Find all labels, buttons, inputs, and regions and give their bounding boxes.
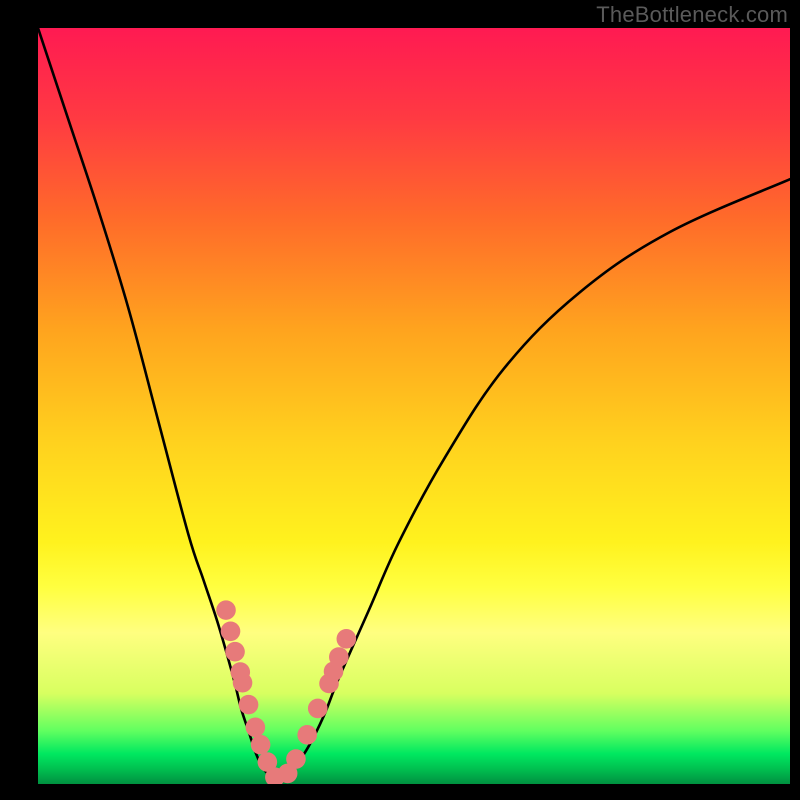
data-marker (216, 600, 236, 620)
data-marker (308, 699, 328, 719)
chart-svg (38, 28, 790, 784)
plot-area (38, 28, 790, 784)
watermark-label: TheBottleneck.com (596, 2, 788, 28)
data-marker (278, 764, 298, 784)
data-marker (337, 629, 357, 649)
data-marker (230, 662, 250, 682)
data-marker (225, 642, 245, 662)
data-marker (265, 767, 285, 784)
curve-left (38, 28, 279, 784)
data-marker (239, 695, 259, 715)
data-marker (324, 662, 344, 682)
data-marker (251, 735, 271, 755)
data-marker (233, 673, 253, 693)
data-marker (221, 621, 241, 641)
data-marker (258, 752, 278, 772)
data-marker (297, 725, 317, 745)
marker-layer (216, 600, 356, 784)
curve-right (279, 179, 790, 784)
curve-layer (38, 28, 790, 784)
data-marker (286, 749, 306, 769)
data-marker (246, 718, 266, 738)
data-marker (319, 674, 339, 694)
chart-frame: TheBottleneck.com (0, 0, 800, 800)
data-marker (329, 647, 349, 667)
